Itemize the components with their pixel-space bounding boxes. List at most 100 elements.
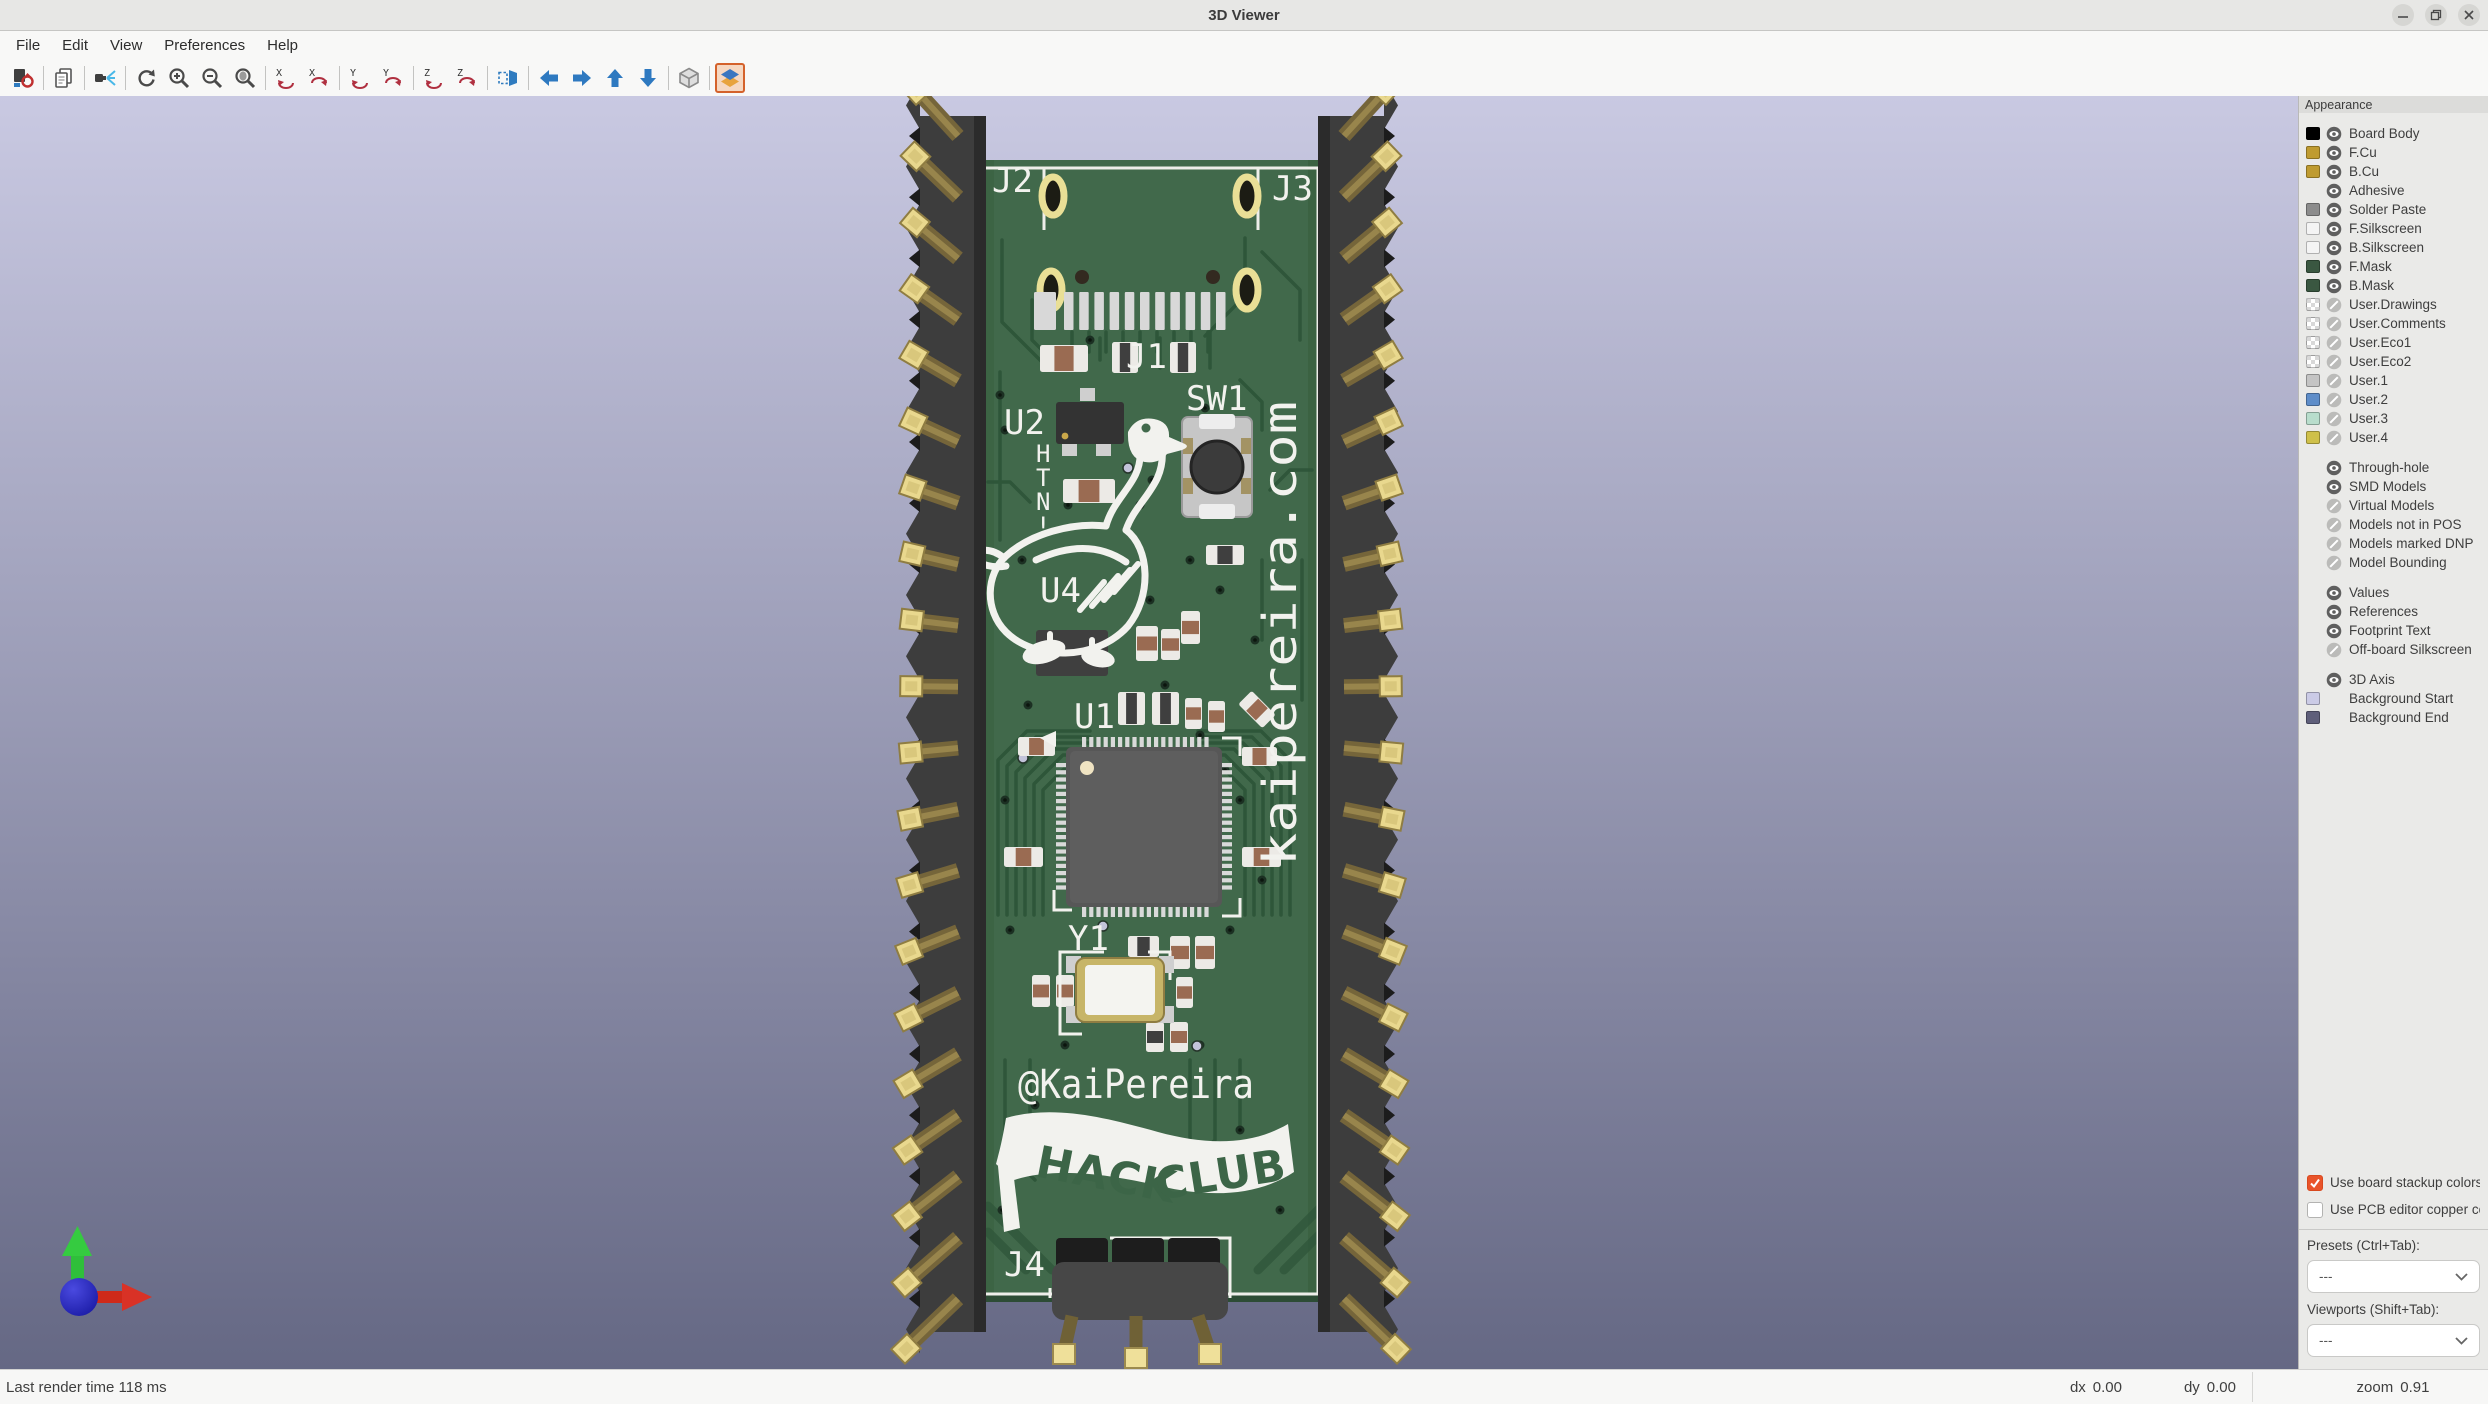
menu-item-view[interactable]: View — [99, 33, 153, 58]
appearance-misc-row[interactable]: Background Start — [2299, 689, 2488, 708]
pan-up-button[interactable] — [600, 63, 630, 93]
rotate-z-ccw-button[interactable]: Z — [419, 63, 449, 93]
appearance-layer-row[interactable]: User.Drawings — [2299, 295, 2488, 314]
layer-color-swatch[interactable] — [2306, 222, 2320, 235]
layer-color-swatch[interactable] — [2306, 241, 2320, 254]
appearance-text-row[interactable]: Off-board Silkscreen — [2299, 640, 2488, 659]
appearance-text-row[interactable]: References — [2299, 602, 2488, 621]
appearance-layer-row[interactable]: User.Eco2 — [2299, 352, 2488, 371]
appearance-panel-button[interactable] — [715, 63, 745, 93]
appearance-layer-row[interactable]: Adhesive — [2299, 181, 2488, 200]
layer-color-swatch[interactable] — [2306, 336, 2320, 349]
layer-color-swatch[interactable] — [2306, 412, 2320, 425]
appearance-misc-row[interactable]: Background End — [2299, 708, 2488, 727]
layer-color-swatch[interactable] — [2306, 279, 2320, 292]
layer-color-swatch[interactable] — [2306, 165, 2320, 178]
appearance-layer-row[interactable]: F.Mask — [2299, 257, 2488, 276]
visibility-hidden-icon[interactable] — [2326, 373, 2342, 389]
layer-color-swatch[interactable] — [2306, 260, 2320, 273]
menu-item-file[interactable]: File — [5, 33, 51, 58]
use-pcb-editor-copper-colors-row[interactable]: Use PCB editor copper colors — [2307, 1196, 2480, 1223]
viewports-dropdown[interactable]: --- — [2307, 1324, 2480, 1357]
menu-item-help[interactable]: Help — [256, 33, 309, 58]
reload-board-button[interactable] — [8, 63, 38, 93]
restore-button[interactable] — [2425, 4, 2447, 26]
layer-color-swatch[interactable] — [2306, 355, 2320, 368]
appearance-layer-row[interactable]: User.2 — [2299, 390, 2488, 409]
orthographic-projection-button[interactable] — [674, 63, 704, 93]
pan-right-button[interactable] — [567, 63, 597, 93]
appearance-text-row[interactable]: Footprint Text — [2299, 621, 2488, 640]
layer-color-swatch[interactable] — [2306, 298, 2320, 311]
appearance-layer-row[interactable]: User.4 — [2299, 428, 2488, 447]
appearance-layer-row[interactable]: Solder Paste — [2299, 200, 2488, 219]
layer-color-swatch[interactable] — [2306, 146, 2320, 159]
presets-dropdown[interactable]: --- — [2307, 1260, 2480, 1293]
visibility-hidden-icon[interactable] — [2326, 555, 2342, 571]
appearance-layer-row[interactable]: B.Silkscreen — [2299, 238, 2488, 257]
layer-color-swatch[interactable] — [2306, 374, 2320, 387]
visibility-hidden-icon[interactable] — [2326, 297, 2342, 313]
appearance-layer-row[interactable]: User.Comments — [2299, 314, 2488, 333]
visibility-hidden-icon[interactable] — [2326, 354, 2342, 370]
layer-color-swatch[interactable] — [2306, 203, 2320, 216]
rotate-y-cw-button[interactable]: Y — [378, 63, 408, 93]
appearance-model-row[interactable]: SMD Models — [2299, 477, 2488, 496]
layer-color-swatch[interactable] — [2306, 393, 2320, 406]
layer-color-swatch[interactable] — [2306, 692, 2320, 705]
appearance-text-row[interactable]: Values — [2299, 583, 2488, 602]
rotate-x-cw-button[interactable]: X — [304, 63, 334, 93]
pan-down-button[interactable] — [633, 63, 663, 93]
visibility-hidden-icon[interactable] — [2326, 536, 2342, 552]
zoom-fit-button[interactable] — [230, 63, 260, 93]
visibility-eye-icon[interactable] — [2326, 672, 2342, 688]
visibility-hidden-icon[interactable] — [2326, 498, 2342, 514]
close-button[interactable] — [2458, 4, 2480, 26]
copy-image-button[interactable] — [49, 63, 79, 93]
appearance-layer-row[interactable]: Board Body — [2299, 124, 2488, 143]
3d-viewport[interactable]: HACK CLUB J2 J3 J1 U2 SW1 U4 U1 Y1 J4 HT… — [0, 96, 2298, 1370]
appearance-model-row[interactable]: Through-hole — [2299, 458, 2488, 477]
visibility-hidden-icon[interactable] — [2326, 642, 2342, 658]
visibility-eye-icon[interactable] — [2326, 623, 2342, 639]
use-board-stackup-colors-checkbox[interactable] — [2307, 1174, 2323, 1191]
rotate-x-ccw-button[interactable]: X — [271, 63, 301, 93]
visibility-eye-icon[interactable] — [2326, 479, 2342, 495]
flip-board-button[interactable] — [493, 63, 523, 93]
appearance-model-row[interactable]: Models marked DNP — [2299, 534, 2488, 553]
appearance-layer-row[interactable]: User.3 — [2299, 409, 2488, 428]
render-raytracing-button[interactable] — [90, 63, 120, 93]
appearance-layer-row[interactable]: F.Silkscreen — [2299, 219, 2488, 238]
menu-item-edit[interactable]: Edit — [51, 33, 99, 58]
appearance-model-row[interactable]: Models not in POS — [2299, 515, 2488, 534]
layer-color-swatch[interactable] — [2306, 127, 2320, 140]
visibility-eye-icon[interactable] — [2326, 164, 2342, 180]
menu-item-preferences[interactable]: Preferences — [153, 33, 256, 58]
visibility-eye-icon[interactable] — [2326, 585, 2342, 601]
visibility-hidden-icon[interactable] — [2326, 335, 2342, 351]
visibility-eye-icon[interactable] — [2326, 126, 2342, 142]
visibility-eye-icon[interactable] — [2326, 145, 2342, 161]
zoom-out-button[interactable] — [197, 63, 227, 93]
visibility-hidden-icon[interactable] — [2326, 517, 2342, 533]
appearance-model-row[interactable]: Virtual Models — [2299, 496, 2488, 515]
visibility-eye-icon[interactable] — [2326, 259, 2342, 275]
minimize-button[interactable] — [2392, 4, 2414, 26]
visibility-eye-icon[interactable] — [2326, 221, 2342, 237]
appearance-layer-row[interactable]: F.Cu — [2299, 143, 2488, 162]
visibility-hidden-icon[interactable] — [2326, 316, 2342, 332]
use-board-stackup-colors-row[interactable]: Use board stackup colors — [2307, 1169, 2480, 1196]
layer-color-swatch[interactable] — [2306, 711, 2320, 724]
visibility-eye-icon[interactable] — [2326, 604, 2342, 620]
visibility-hidden-icon[interactable] — [2326, 430, 2342, 446]
visibility-eye-icon[interactable] — [2326, 183, 2342, 199]
appearance-layer-row[interactable]: User.1 — [2299, 371, 2488, 390]
visibility-hidden-icon[interactable] — [2326, 411, 2342, 427]
visibility-eye-icon[interactable] — [2326, 202, 2342, 218]
use-pcb-editor-copper-colors-checkbox[interactable] — [2307, 1201, 2323, 1218]
visibility-eye-icon[interactable] — [2326, 278, 2342, 294]
zoom-in-button[interactable] — [164, 63, 194, 93]
rotate-y-ccw-button[interactable]: Y — [345, 63, 375, 93]
visibility-eye-icon[interactable] — [2326, 460, 2342, 476]
rotate-z-cw-button[interactable]: Z — [452, 63, 482, 93]
